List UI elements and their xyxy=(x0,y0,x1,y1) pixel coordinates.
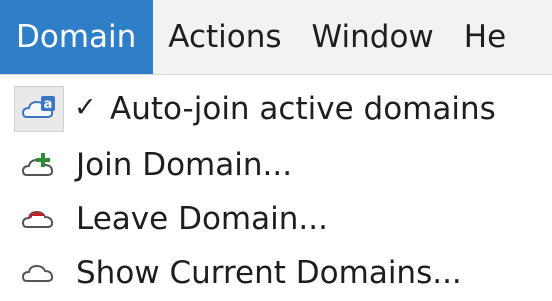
menu-item-label: Join Domain... xyxy=(76,147,293,183)
cloud-plus-icon xyxy=(14,142,64,188)
menu-item-show-domains[interactable]: Show Current Domains... xyxy=(0,245,552,301)
menu-help[interactable]: He xyxy=(449,0,521,74)
menu-window[interactable]: Window xyxy=(297,0,449,74)
cloud-minus-icon xyxy=(14,196,64,242)
cloud-a-icon: a xyxy=(14,86,64,132)
checkmark-icon: ✓ xyxy=(74,92,97,123)
menu-item-label: Auto-join active domains xyxy=(110,91,496,127)
cloud-icon xyxy=(14,250,64,296)
menu-item-auto-join[interactable]: a ✓ Auto-join active domains xyxy=(0,81,552,137)
domain-dropdown-menu: a ✓ Auto-join active domains Join Domain… xyxy=(0,74,552,299)
svg-text:a: a xyxy=(44,97,53,112)
menubar: Domain Actions Window He xyxy=(0,0,552,74)
menu-domain[interactable]: Domain xyxy=(0,0,154,74)
menu-item-leave-domain[interactable]: Leave Domain... xyxy=(0,191,552,247)
menu-actions[interactable]: Actions xyxy=(153,0,296,74)
menu-item-join-domain[interactable]: Join Domain... xyxy=(0,137,552,193)
menu-item-label: Show Current Domains... xyxy=(76,255,462,291)
menu-item-label: Leave Domain... xyxy=(76,201,328,237)
